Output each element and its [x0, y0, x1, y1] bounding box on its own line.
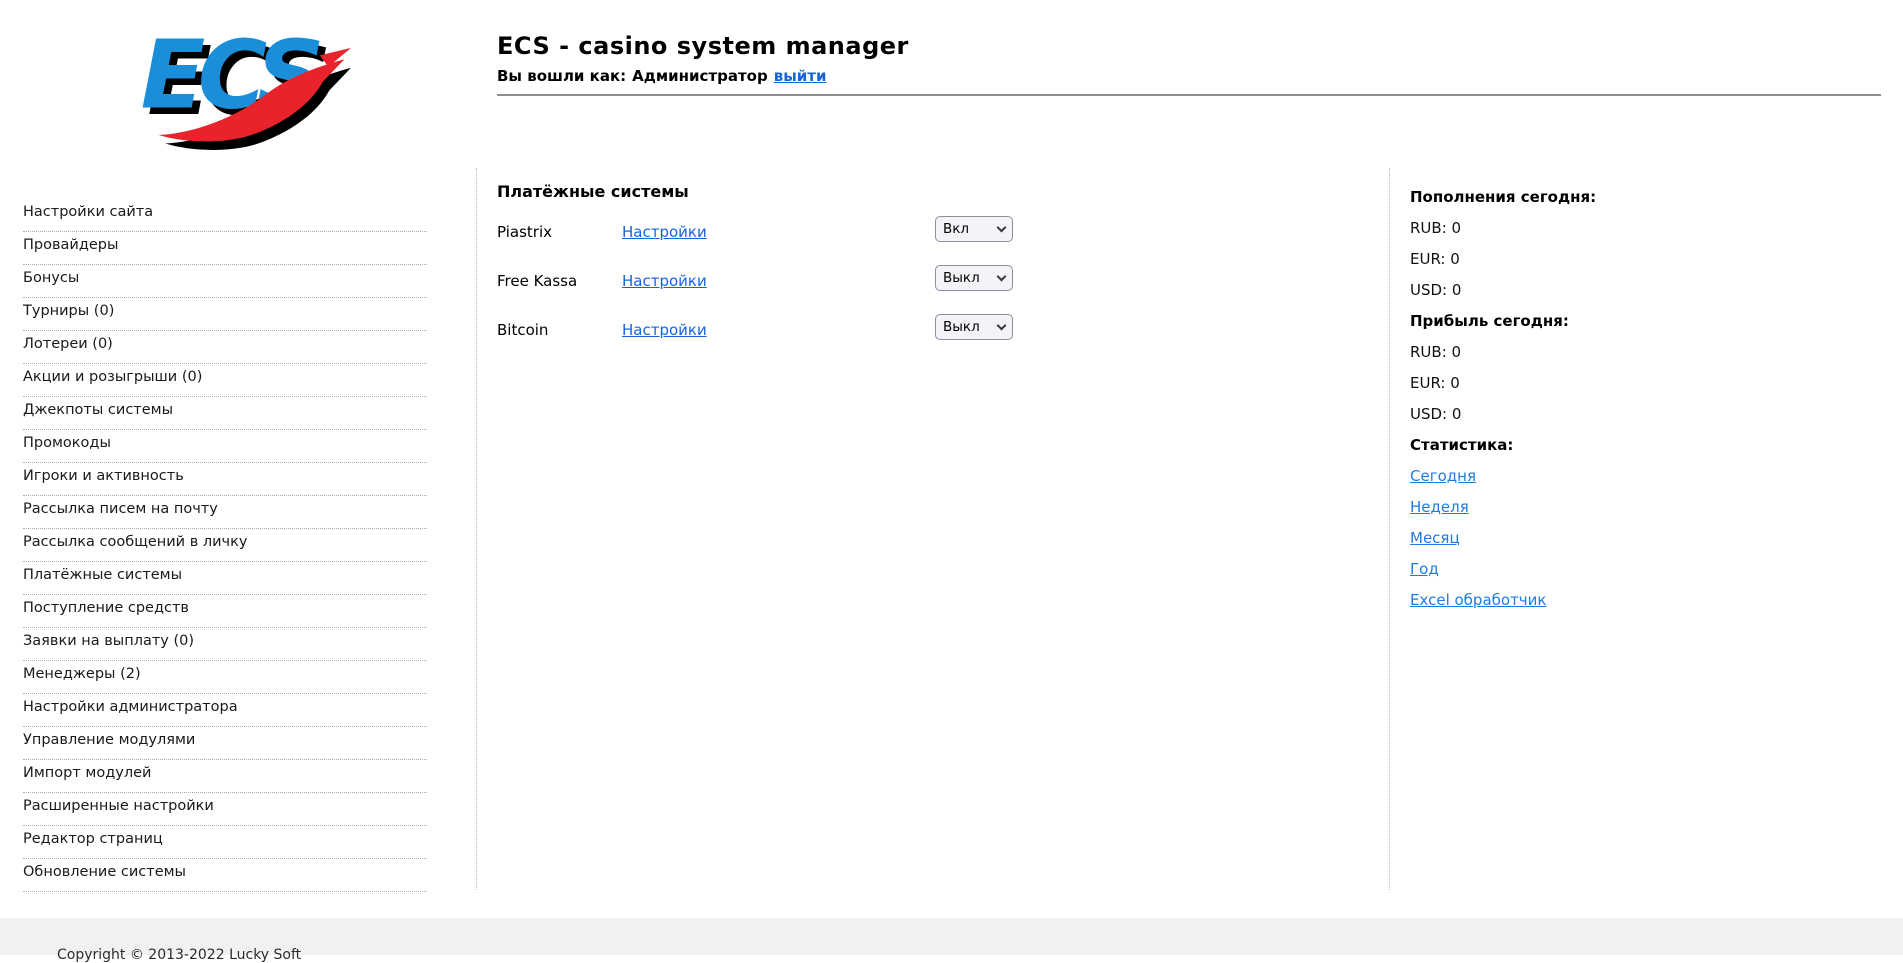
sidebar-item-page-editor[interactable]: Редактор страниц [23, 826, 427, 859]
login-user: Администратор [632, 67, 768, 85]
stats-link-excel[interactable]: Excel обработчик [1410, 591, 1546, 609]
login-status: Вы вошли как: Администратор выйти [497, 67, 1881, 85]
deposits-usd: USD: 0 [1410, 281, 1462, 299]
payment-row-freekassa: Free Kassa Настройки ВклВыкл [497, 262, 1357, 311]
payment-name: Piastrix [497, 223, 552, 241]
payment-name: Free Kassa [497, 272, 578, 290]
deposits-eur: EUR: 0 [1410, 250, 1460, 268]
profit-eur: EUR: 0 [1410, 374, 1460, 392]
settings-link[interactable]: Настройки [622, 272, 707, 290]
sidebar-item-module-control[interactable]: Управление модулями [23, 727, 427, 760]
main-stats-divider [1389, 168, 1390, 890]
state-select-wrap: ВклВыкл [935, 314, 1013, 340]
payment-name: Bitcoin [497, 321, 549, 339]
profit-usd: USD: 0 [1410, 405, 1462, 423]
sidebar-item-promocodes[interactable]: Промокоды [23, 430, 427, 463]
sidebar-item-players[interactable]: Игроки и активность [23, 463, 427, 496]
sidebar-item-lotteries[interactable]: Лотереи (0) [23, 331, 427, 364]
login-prefix: Вы вошли как: [497, 67, 627, 85]
statistics-header: Статистика: [1410, 436, 1514, 454]
payment-row-bitcoin: Bitcoin Настройки ВклВыкл [497, 311, 1357, 360]
sidebar-item-payment-systems[interactable]: Платёжные системы [23, 562, 427, 595]
profit-rub: RUB: 0 [1410, 343, 1462, 361]
ecs-logo-image: ECS ECS [141, 21, 352, 150]
profit-today-header: Прибыль сегодня: [1410, 312, 1569, 330]
stats-link-today[interactable]: Сегодня [1410, 467, 1476, 485]
page-title: ECS - casino system manager [497, 32, 909, 60]
sidebar-item-bonuses[interactable]: Бонусы [23, 265, 427, 298]
sidebar-item-advanced[interactable]: Расширенные настройки [23, 793, 427, 826]
stats-link-week[interactable]: Неделя [1410, 498, 1469, 516]
sidebar-item-promotions[interactable]: Акции и розыгрыши (0) [23, 364, 427, 397]
sidebar-item-incoming-funds[interactable]: Поступление средств [23, 595, 427, 628]
sidebar-item-jackpots[interactable]: Джекпоты системы [23, 397, 427, 430]
sidebar-item-providers[interactable]: Провайдеры [23, 232, 427, 265]
stats-panel: Пополнения сегодня: RUB: 0 EUR: 0 USD: 0… [1410, 183, 1730, 617]
ecs-logo: ECS ECS [134, 12, 352, 150]
logout-link[interactable]: выйти [774, 67, 827, 85]
sidebar-item-module-import[interactable]: Импорт модулей [23, 760, 427, 793]
stats-link-year[interactable]: Год [1410, 560, 1439, 578]
sidebar-item-managers[interactable]: Менеджеры (2) [23, 661, 427, 694]
payment-systems-list: Piastrix Настройки ВклВыкл Free Kassa На… [497, 213, 1357, 360]
sidebar-item-pm-mailing[interactable]: Рассылка сообщений в личку [23, 529, 427, 562]
sidebar-item-email-mailing[interactable]: Рассылка писем на почту [23, 496, 427, 529]
settings-link[interactable]: Настройки [622, 223, 707, 241]
settings-link[interactable]: Настройки [622, 321, 707, 339]
sidebar-menu: Настройки сайта Провайдеры Бонусы Турнир… [23, 199, 427, 892]
freekassa-state-select[interactable]: ВклВыкл [935, 265, 1013, 291]
sidebar-main-divider [476, 168, 477, 890]
copyright-text: Copyright © 2013-2022 Lucky Soft [57, 947, 302, 963]
bitcoin-state-select[interactable]: ВклВыкл [935, 314, 1013, 340]
sidebar-item-payout-requests[interactable]: Заявки на выплату (0) [23, 628, 427, 661]
page-footer: Copyright © 2013-2022 Lucky Soft [0, 918, 1903, 963]
payment-row-piastrix: Piastrix Настройки ВклВыкл [497, 213, 1357, 262]
piastrix-state-select[interactable]: ВклВыкл [935, 216, 1013, 242]
deposits-today-header: Пополнения сегодня: [1410, 188, 1597, 206]
deposits-rub: RUB: 0 [1410, 219, 1462, 237]
sidebar-item-site-settings[interactable]: Настройки сайта [23, 199, 427, 232]
stats-link-month[interactable]: Месяц [1410, 529, 1460, 547]
sidebar-item-tournaments[interactable]: Турниры (0) [23, 298, 427, 331]
payment-systems-panel: Платёжные системы Piastrix Настройки Вкл… [497, 178, 1357, 360]
sidebar-item-system-update[interactable]: Обновление системы [23, 859, 427, 892]
header-divider [497, 94, 1881, 96]
page-header: ECS - casino system manager Вы вошли как… [497, 32, 1881, 96]
sidebar-item-admin-settings[interactable]: Настройки администратора [23, 694, 427, 727]
payment-systems-heading: Платёжные системы [497, 182, 689, 201]
state-select-wrap: ВклВыкл [935, 265, 1013, 291]
state-select-wrap: ВклВыкл [935, 216, 1013, 242]
